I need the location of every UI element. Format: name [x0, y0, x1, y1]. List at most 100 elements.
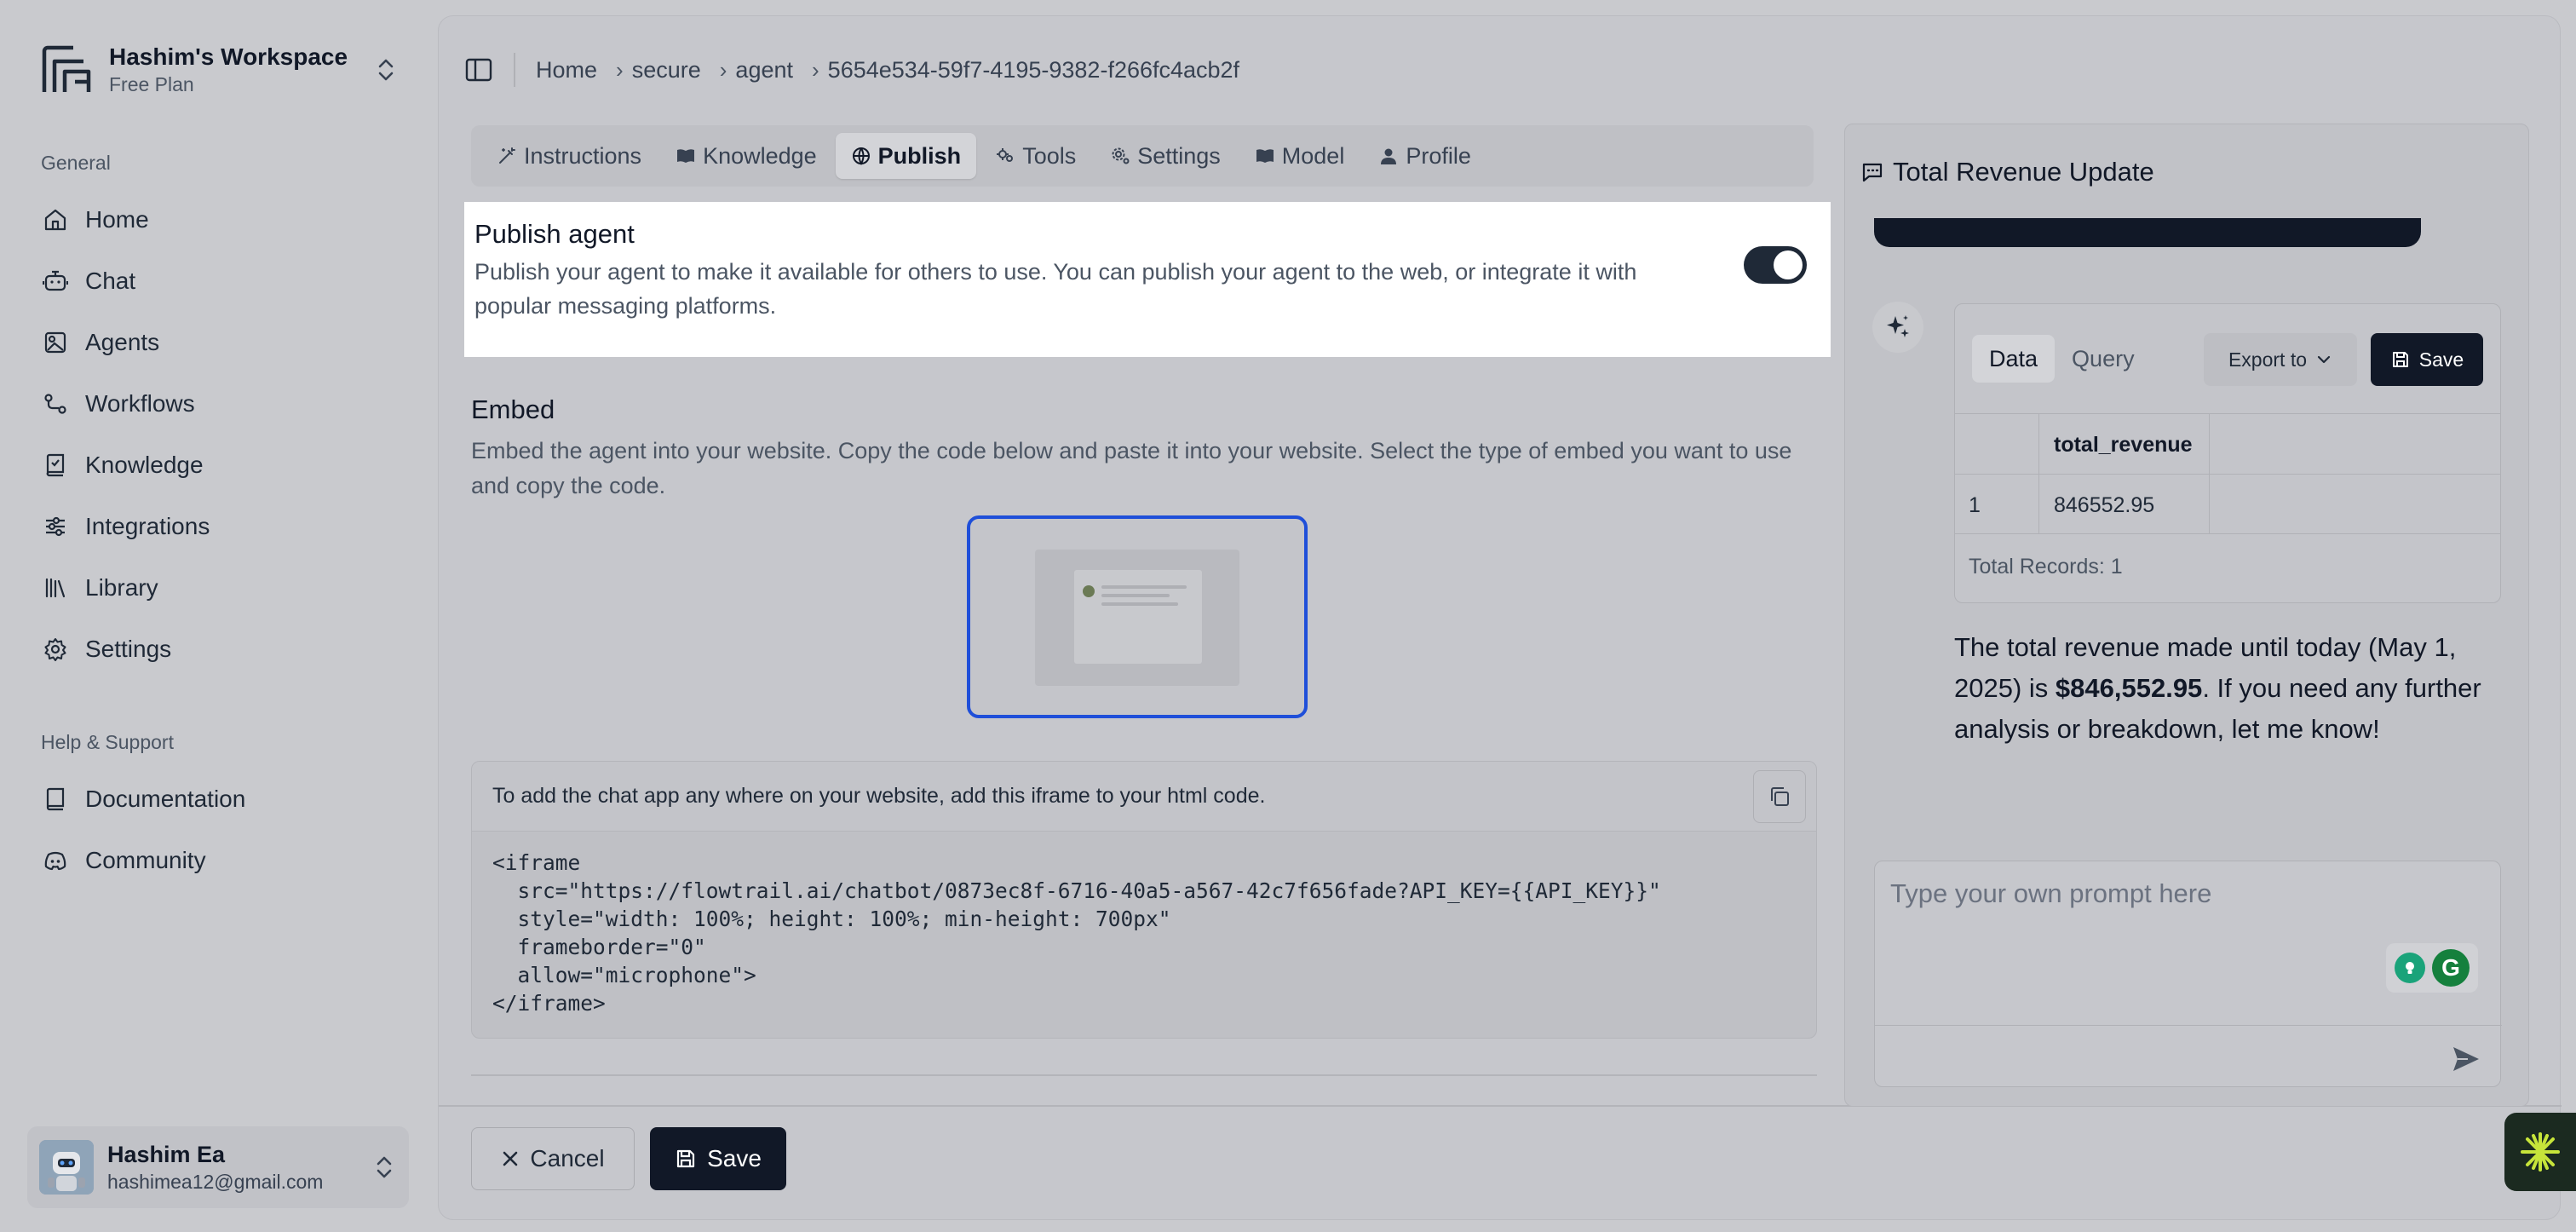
sidebar-item-community[interactable]: Community	[37, 835, 404, 886]
chevron-right-icon: ›	[812, 56, 819, 83]
column-divider	[2038, 413, 2039, 534]
tab-label: Knowledge	[703, 142, 817, 169]
workflow-icon	[44, 394, 66, 414]
table-row: 1 846552.95	[1955, 475, 2500, 534]
breadcrumb-item[interactable]: agent	[735, 57, 793, 83]
tab-instructions[interactable]: Instructions	[481, 133, 657, 179]
agents-icon	[44, 331, 66, 354]
gear-icon	[44, 638, 66, 661]
section-label-help: Help & Support	[41, 731, 174, 753]
book-open-icon	[1256, 149, 1274, 163]
breadcrumb: Home › secure › agent › 5654e534-59f7-41…	[536, 57, 1239, 83]
tab-settings[interactable]: Settings	[1095, 133, 1236, 179]
divider	[514, 53, 515, 87]
book-open-icon	[677, 149, 695, 163]
tab-label: Tools	[1022, 142, 1077, 169]
tab-tools[interactable]: Tools	[980, 133, 1091, 179]
sidebar-item-label: Documentation	[85, 786, 246, 812]
home-icon	[44, 209, 66, 231]
agent-tabs: Instructions Knowledge Publish Tools Set…	[471, 125, 1814, 187]
tab-label: Profile	[1406, 142, 1471, 169]
sidebar-item-library[interactable]: Library	[37, 562, 404, 613]
main-content: Home › secure › agent › 5654e534-59f7-41…	[438, 15, 2562, 1220]
tab-model[interactable]: Model	[1239, 133, 1360, 179]
logo-icon	[42, 45, 91, 92]
save-icon	[676, 1149, 695, 1168]
user-name: Hashim Ea	[107, 1142, 226, 1167]
prompt-input[interactable]: Type your own prompt here G	[1874, 861, 2502, 1087]
sidebar-item-knowledge[interactable]: Knowledge	[37, 440, 404, 491]
tab-knowledge[interactable]: Knowledge	[660, 133, 832, 179]
sidebar-item-label: Workflows	[85, 390, 195, 417]
grammarly-widget[interactable]: G	[2386, 943, 2478, 993]
sidebar-item-label: Chat	[85, 268, 136, 294]
cancel-button[interactable]: Cancel	[471, 1127, 635, 1190]
sidebar-item-label: Community	[85, 847, 206, 873]
breadcrumb-home[interactable]: Home	[536, 57, 597, 83]
user-menu[interactable]: Hashim Ea hashimea12@gmail.com	[27, 1126, 409, 1208]
sidebar-item-agents[interactable]: Agents	[37, 317, 404, 368]
divider	[471, 1074, 1817, 1076]
chevrons-up-down-icon	[377, 1156, 392, 1178]
sidebar-item-chat[interactable]: Chat	[37, 256, 404, 307]
toggle-knob	[1774, 250, 1803, 279]
sidebar-item-label: Integrations	[85, 513, 210, 539]
globe-icon	[852, 147, 870, 166]
sidebar-item-label: Agents	[85, 329, 160, 355]
embed-description: Embed the agent into your website. Copy …	[471, 438, 1792, 498]
sidebar-item-integrations[interactable]: Integrations	[37, 501, 404, 552]
avatar	[39, 1140, 94, 1195]
send-icon[interactable]	[2449, 1042, 2483, 1076]
settings-icon	[1112, 147, 1130, 164]
breadcrumb-item[interactable]: secure	[632, 57, 701, 83]
sidebar-item-home[interactable]: Home	[37, 194, 404, 245]
chevron-right-icon: ›	[719, 56, 727, 83]
code-instruction: To add the chat app any where on your we…	[472, 762, 1816, 832]
publish-description: Publish your agent to make it available …	[474, 259, 1637, 319]
chevron-down-icon	[2317, 355, 2331, 364]
sidebar-item-workflows[interactable]: Workflows	[37, 378, 404, 429]
tab-query[interactable]: Query	[2055, 335, 2152, 383]
query-result-card: Data Query Export to Save total_revenue …	[1954, 303, 2501, 603]
discord-icon	[44, 851, 66, 871]
embed-title: Embed	[471, 394, 555, 424]
embed-type-option[interactable]	[967, 515, 1308, 718]
help-launcher-button[interactable]	[2504, 1113, 2576, 1191]
export-dropdown[interactable]: Export to	[2204, 333, 2357, 386]
copy-icon	[1771, 787, 1789, 806]
embed-code[interactable]: <iframe src="https://flowtrail.ai/chatbo…	[472, 832, 1816, 1034]
sidebar-item-settings[interactable]: Settings	[37, 624, 404, 675]
sidebar-item-documentation[interactable]: Documentation	[37, 774, 404, 825]
publish-agent-card: Publish agent Publish your agent to make…	[464, 202, 1831, 357]
sidebar-item-label: Home	[85, 206, 149, 233]
close-icon	[503, 1151, 518, 1166]
embed-code-card: To add the chat app any where on your we…	[471, 761, 1817, 1039]
result-view-toggle: Data Query	[1972, 333, 2165, 384]
result-save-button[interactable]: Save	[2371, 333, 2483, 386]
cancel-label: Cancel	[530, 1145, 605, 1172]
tab-publish[interactable]: Publish	[835, 133, 977, 179]
column-header: total_revenue	[2054, 433, 2193, 457]
tab-data[interactable]: Data	[1972, 335, 2056, 383]
chevron-right-icon: ›	[616, 56, 624, 83]
workspace-switcher[interactable]: Hashim's Workspace Free Plan	[39, 37, 405, 102]
sparkles-icon	[1872, 302, 1923, 353]
chat-preview-panel: Total Revenue Update Data Query Export t…	[1844, 124, 2529, 1107]
sidebar-item-label: Library	[85, 574, 158, 601]
tab-label: Model	[1281, 142, 1345, 169]
top-bar: Home › secure › agent › 5654e534-59f7-41…	[464, 49, 1239, 91]
user-icon	[1381, 148, 1397, 164]
tab-profile[interactable]: Profile	[1363, 133, 1486, 179]
publish-title: Publish agent	[474, 219, 635, 249]
section-label-general: General	[41, 152, 111, 174]
panel-left-icon[interactable]	[464, 55, 493, 84]
grammarly-icon: G	[2432, 949, 2470, 987]
asterisk-icon	[2521, 1132, 2560, 1172]
revenue-amount: $846,552.95	[2055, 673, 2203, 703]
save-button[interactable]: Save	[650, 1127, 786, 1190]
bot-icon	[43, 270, 68, 291]
copy-button[interactable]	[1753, 770, 1806, 823]
publish-toggle[interactable]	[1744, 246, 1807, 284]
export-label: Export to	[2228, 348, 2308, 371]
user-email: hashimea12@gmail.com	[107, 1171, 324, 1193]
